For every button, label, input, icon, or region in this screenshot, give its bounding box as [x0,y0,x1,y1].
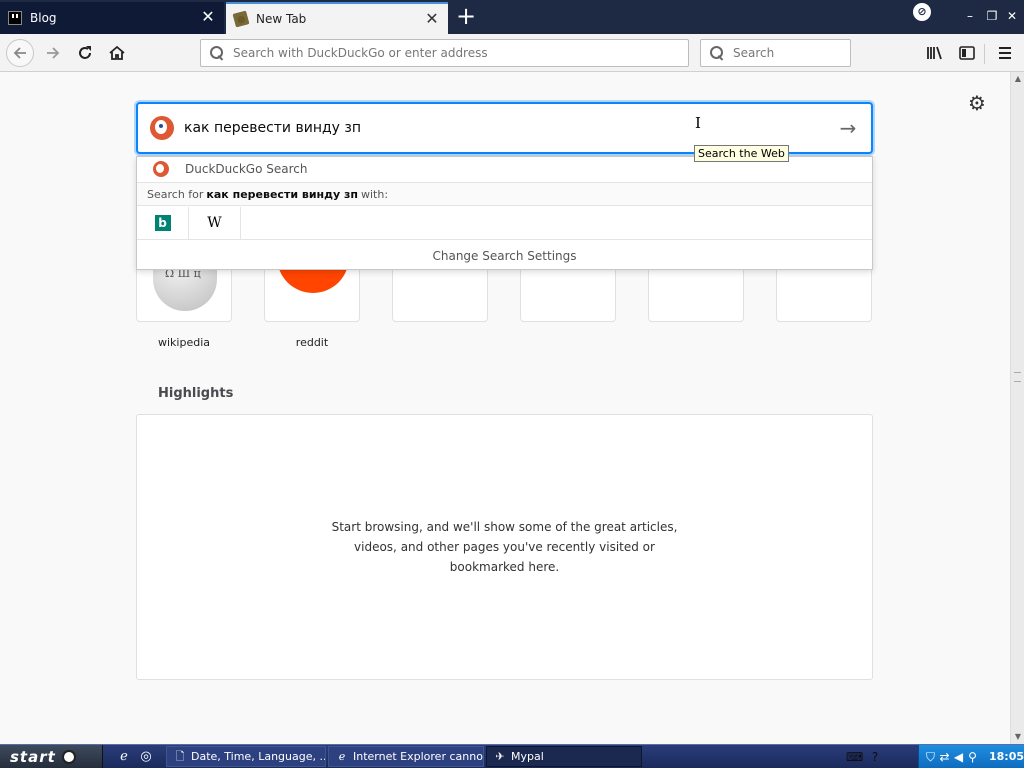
engine-bing-button[interactable]: b [137,206,189,240]
search-suggestions-panel: DuckDuckGo Search Search for как перевес… [136,156,873,270]
taskbar-item-active[interactable]: ✈ Mypal [486,746,642,767]
change-search-settings-button[interactable]: Change Search Settings [137,241,872,271]
back-arrow-icon [13,47,26,59]
network-icon[interactable]: ⇄ [939,750,950,764]
sidebar-icon [959,46,975,60]
reload-button[interactable] [72,41,98,65]
search-icon [209,45,225,61]
vertical-scrollbar[interactable]: ▲ ▼ [1010,72,1024,744]
search-for-query: как перевести винду зп [206,187,358,201]
address-bar[interactable] [200,39,689,67]
settings-gear-icon[interactable]: ⚙ [966,92,988,114]
tab-new-tab[interactable]: New Tab ✕ [226,2,448,34]
site-title: reddit [295,336,329,349]
restore-icon[interactable]: ❐ [984,8,1000,24]
close-tab-icon[interactable]: ✕ [200,9,216,25]
menu-button[interactable] [992,41,1018,65]
address-input[interactable] [233,46,688,60]
search-icon [709,45,725,61]
start-button[interactable]: start [0,745,103,768]
highlights-empty-state: Start browsing, and we'll show some of t… [136,414,873,680]
tab-title: New Tab [256,12,307,26]
task-label: Internet Explorer canno... [353,750,484,763]
profile-icon[interactable]: ⊘ [913,3,931,21]
start-label: start [10,747,56,766]
highlights-title[interactable]: Highlights [158,386,233,401]
hamburger-menu-icon [999,47,1011,59]
site-title: wikipedia [157,336,210,349]
task-label: Date, Time, Language, ... [191,750,326,763]
mypal-icon: ✈ [495,749,505,763]
library-icon [927,46,942,60]
taskbar-item[interactable]: ℯ Internet Explorer canno... [328,746,484,767]
sidebar-button[interactable] [954,41,980,65]
duckduckgo-icon [153,161,169,177]
engine-wikipedia-button[interactable]: W [189,206,241,240]
search-tooltip: Search the Web [694,145,789,162]
search-bar-input[interactable] [733,46,850,60]
keyboard-icon[interactable]: ⌨ [846,750,863,764]
toolbar-separator [984,44,985,64]
speaker-icon[interactable]: ◀ [953,750,964,764]
task-label: Mypal [511,750,544,763]
reload-icon [79,46,91,59]
blog-favicon-icon [8,11,22,25]
tab-blog[interactable]: Blog ✕ [0,2,224,34]
taskbar: start ℯ ◎ 🗋 Date, Time, Language, ... ℯ … [0,744,1024,768]
taskbar-item[interactable]: 🗋 Date, Time, Language, ... [166,746,326,767]
wikipedia-icon: W [207,215,222,231]
scroll-grip[interactable] [1014,372,1021,382]
ie-quicklaunch-icon[interactable]: ℯ [116,749,132,765]
one-off-engines: b W [137,206,872,240]
newtab-favicon-icon [232,10,250,28]
minimize-icon[interactable]: – [962,8,978,24]
library-button[interactable] [922,41,948,65]
close-window-icon[interactable]: ✕ [1004,8,1020,24]
tab-bar: Blog ✕ New Tab ✕ + ⊘ – ❐ ✕ [0,0,1024,34]
back-button[interactable] [6,39,34,67]
scroll-up-icon[interactable]: ▲ [1011,72,1024,86]
tray-extra: ⌨ ? [846,747,882,767]
tab-title: Blog [30,11,57,25]
new-tab-page: ⚙ как перевести винду зп I → DuckDuckGo … [0,72,1010,744]
search-for-suffix: with: [361,187,389,201]
navigation-toolbar [0,34,1024,72]
search-icon[interactable]: ⚲ [967,750,978,764]
document-icon: 🗋 [175,749,185,763]
system-tray: ⛉ ⇄ ◀ ⚲ 18:05 [918,745,1024,768]
clock[interactable]: 18:05 [989,750,1024,763]
home-icon [109,45,125,60]
text-cursor-icon: I [695,114,701,132]
duckduckgo-logo-icon [150,116,174,140]
forward-arrow-icon [47,47,60,59]
close-tab-icon[interactable]: ✕ [424,11,440,27]
shield-icon[interactable]: ⛉ [925,750,936,764]
search-go-arrow-icon[interactable]: → [837,117,859,139]
ie-icon: ℯ [338,749,346,763]
home-button[interactable] [104,41,130,65]
help-icon[interactable]: ? [868,750,882,764]
new-tab-button[interactable]: + [456,4,476,28]
bing-icon: b [154,215,171,231]
start-orb-icon [61,749,76,764]
forward-button[interactable] [40,41,66,65]
page-search-input[interactable]: как перевести винду зп [184,120,361,136]
scroll-down-icon[interactable]: ▼ [1011,730,1024,744]
search-bar[interactable] [700,39,851,67]
search-for-prefix: Search for [147,187,204,201]
browser-quicklaunch-icon[interactable]: ◎ [138,749,154,765]
suggestion-label: DuckDuckGo Search [185,162,308,176]
highlights-message: Start browsing, and we'll show some of t… [331,520,678,574]
search-for-row: Search for как перевести винду зп with: [137,182,872,206]
